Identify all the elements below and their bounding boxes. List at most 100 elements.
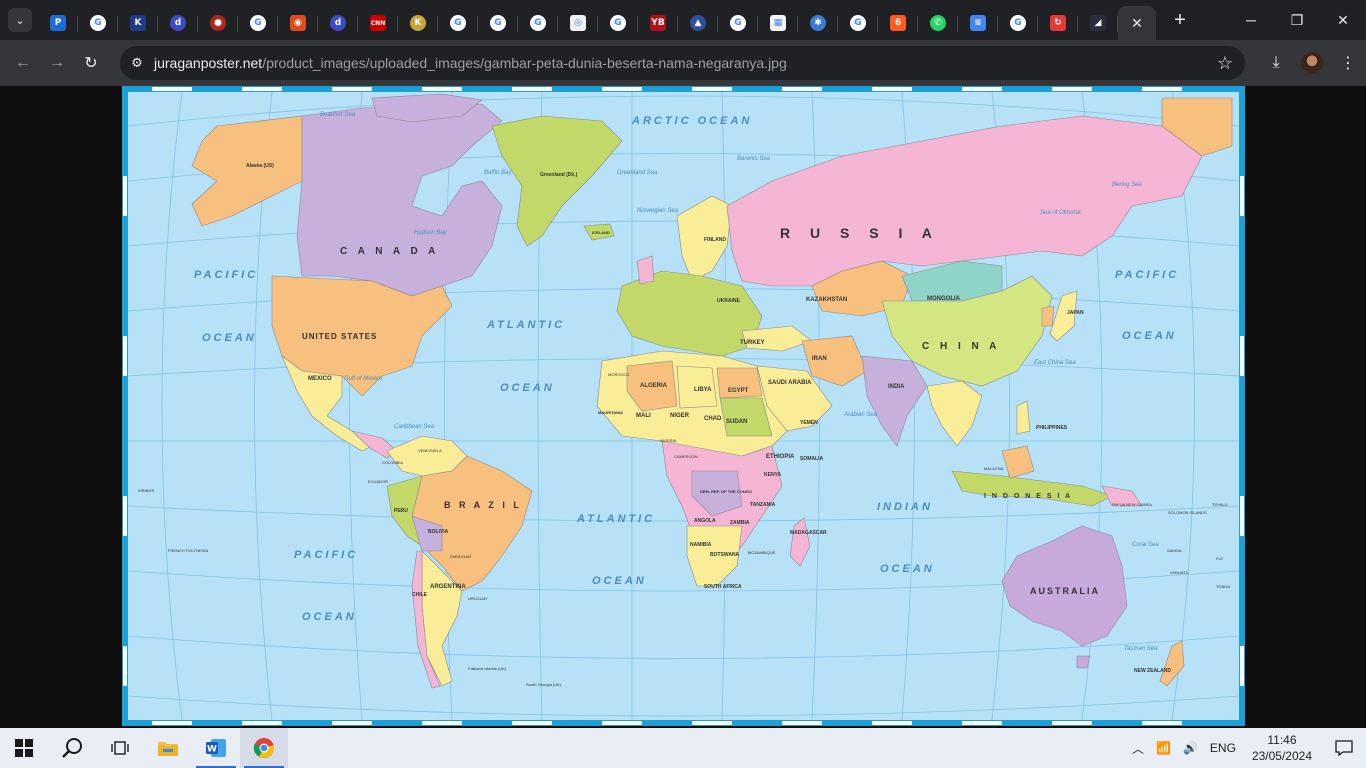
- chrome-button[interactable]: [240, 728, 288, 768]
- volume-button[interactable]: 🔊: [1177, 728, 1204, 768]
- tab[interactable]: ≡: [958, 6, 998, 40]
- tab[interactable]: K: [398, 6, 438, 40]
- download-button[interactable]: ⤓: [1258, 45, 1294, 81]
- search-icon: [62, 738, 82, 758]
- label-uruguay: URUGUAY: [468, 596, 488, 601]
- label-pacific-e: PACIFIC: [1115, 269, 1179, 281]
- new-tab-button[interactable]: +: [1166, 6, 1194, 34]
- favicon-icon: K: [410, 15, 426, 31]
- label-saudi: SAUDI ARABIA: [768, 380, 812, 386]
- chevron-down-icon: ⌄: [15, 14, 25, 27]
- label-ecuador: ECUADOR: [368, 479, 388, 484]
- favicon-icon: ↻: [1050, 15, 1066, 31]
- close-icon: ✕: [1337, 11, 1349, 28]
- label-india: INDIA: [888, 384, 905, 390]
- label-malaysia: MALAYSIA: [984, 466, 1004, 471]
- label-nigeria: NIGERIA: [660, 438, 677, 443]
- label-mauritania: MAURITANIA: [598, 410, 623, 415]
- favicon-icon: YB: [650, 15, 666, 31]
- forward-button[interactable]: →: [40, 46, 74, 80]
- favicon-icon: ✱: [810, 15, 826, 31]
- notification-icon: [1335, 740, 1353, 756]
- close-icon[interactable]: ✕: [1131, 15, 1143, 32]
- tab[interactable]: ▲: [678, 6, 718, 40]
- minimize-icon: ─: [1246, 12, 1256, 28]
- label-iceland: ICELAND: [592, 230, 610, 235]
- tab[interactable]: G: [718, 6, 758, 40]
- tab[interactable]: G: [998, 6, 1038, 40]
- label-argentina: ARGENTINA: [430, 584, 466, 590]
- clock-time: 11:46: [1267, 733, 1297, 747]
- favicon-icon: K: [130, 15, 146, 31]
- tab[interactable]: G: [478, 6, 518, 40]
- tab[interactable]: 6: [878, 6, 918, 40]
- tab[interactable]: G: [238, 6, 278, 40]
- tab-search-button[interactable]: ⌄: [8, 8, 32, 32]
- tab-list: P G Kd ● G ◉ d CNN K G G G ◎ G YB ▲ G ▦ ✱ G 6 ✆ ≡ G ↻ ◢: [38, 0, 1118, 40]
- clock[interactable]: 11:46 23/05/2024: [1242, 732, 1322, 764]
- label-chad: CHAD: [704, 416, 722, 422]
- language-indicator[interactable]: ENG: [1204, 728, 1242, 768]
- label-mali: MALI: [636, 413, 651, 419]
- label-mongolia: MONGOLIA: [927, 296, 961, 302]
- label-colombia: COLOMBIA: [382, 460, 403, 465]
- label-paraguay: PARAGUAY: [450, 554, 472, 559]
- tab[interactable]: G: [838, 6, 878, 40]
- favicon-icon: ●: [210, 15, 226, 31]
- minimize-button[interactable]: ─: [1228, 0, 1274, 40]
- label-pacific-w: PACIFIC: [194, 269, 258, 281]
- tab[interactable]: ▦: [758, 6, 798, 40]
- show-hidden-icons-button[interactable]: ︿: [1126, 728, 1150, 768]
- start-button[interactable]: [0, 728, 48, 768]
- site-info-button[interactable]: ⚙: [120, 46, 154, 80]
- bookmark-star-icon[interactable]: ☆: [1217, 53, 1233, 74]
- tab[interactable]: G: [78, 6, 118, 40]
- address-bar[interactable]: ⚙ juraganposter.net/product_images/uploa…: [120, 46, 1245, 80]
- notifications-button[interactable]: [1322, 728, 1366, 768]
- label-beaufort: Beaufort Sea: [320, 112, 356, 118]
- favicon-icon: G: [730, 15, 746, 31]
- label-yemen: YEMEN: [800, 420, 818, 426]
- tab[interactable]: G: [598, 6, 638, 40]
- label-australia: AUSTRALIA: [1030, 586, 1100, 596]
- profile-avatar[interactable]: [1301, 52, 1323, 74]
- file-explorer-button[interactable]: [144, 728, 192, 768]
- tab[interactable]: ✱: [798, 6, 838, 40]
- tab[interactable]: ◎: [558, 6, 598, 40]
- favicon-icon: ◢: [1090, 15, 1106, 31]
- tab[interactable]: K: [118, 6, 158, 40]
- label-vanuatu: VANUATU: [1170, 570, 1189, 575]
- label-coral: Coral Sea: [1132, 542, 1159, 548]
- tab[interactable]: G: [438, 6, 478, 40]
- tab[interactable]: G: [518, 6, 558, 40]
- world-map-image: ARCTIC OCEAN PACIFIC OCEAN PACIFIC OCEAN…: [122, 86, 1245, 726]
- tab[interactable]: ◉: [278, 6, 318, 40]
- tab[interactable]: d: [318, 6, 358, 40]
- tab-active[interactable]: ✕: [1118, 6, 1156, 40]
- url-text[interactable]: juraganposter.net/product_images/uploade…: [154, 55, 787, 71]
- label-indian2: OCEAN: [880, 563, 935, 575]
- menu-button[interactable]: ⋮: [1330, 45, 1366, 81]
- network-button[interactable]: 📶: [1150, 728, 1177, 768]
- reload-button[interactable]: ↻: [74, 46, 108, 80]
- tab[interactable]: P: [38, 6, 78, 40]
- tab[interactable]: CNN: [358, 6, 398, 40]
- tab[interactable]: YB: [638, 6, 678, 40]
- favicon-icon: G: [90, 15, 106, 31]
- tab[interactable]: ●: [198, 6, 238, 40]
- back-button[interactable]: ←: [6, 46, 40, 80]
- word-button[interactable]: W: [192, 728, 240, 768]
- label-fiji: FIJI: [1216, 556, 1223, 561]
- tab[interactable]: d: [158, 6, 198, 40]
- search-button[interactable]: [48, 728, 96, 768]
- tab[interactable]: ◢: [1078, 6, 1118, 40]
- tab[interactable]: ↻: [1038, 6, 1078, 40]
- tab[interactable]: ✆: [918, 6, 958, 40]
- task-view-button[interactable]: [96, 728, 144, 768]
- restore-button[interactable]: ❐: [1274, 0, 1320, 40]
- word-icon: W: [206, 739, 226, 757]
- label-solomon: SOLOMON ISLANDS: [1168, 510, 1207, 515]
- close-window-button[interactable]: ✕: [1320, 0, 1366, 40]
- korea-shape: [1041, 305, 1055, 327]
- label-iran: IRAN: [812, 356, 827, 362]
